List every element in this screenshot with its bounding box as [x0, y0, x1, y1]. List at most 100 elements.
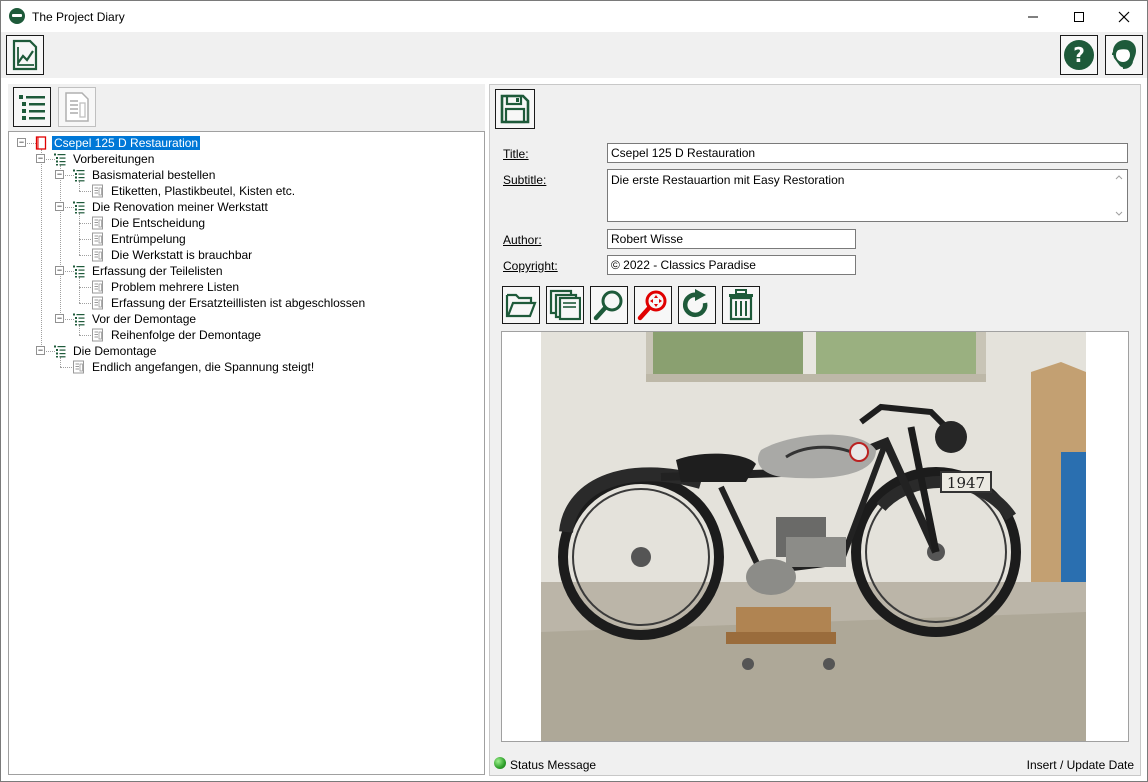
close-icon [1118, 11, 1130, 22]
tree-collapse-icon[interactable]: − [55, 266, 64, 275]
tree-collapse-icon[interactable]: − [36, 154, 45, 163]
status-date: Insert / Update Date [1026, 758, 1134, 772]
title-bar: The Project Diary [1, 1, 1147, 32]
author-label: Author: [503, 233, 542, 247]
image-gallery-button[interactable] [546, 286, 584, 324]
tree-node[interactable]: Vor der Demontage [72, 311, 198, 327]
copy-pages-icon [549, 289, 581, 321]
status-message: Status Message [510, 758, 597, 772]
page-icon [92, 280, 103, 294]
title-input[interactable]: Csepel 125 D Restauration [607, 143, 1128, 163]
close-button[interactable] [1101, 1, 1147, 32]
main-toolbar: ? [1, 32, 1147, 78]
tree-node[interactable]: Etiketten, Plastikbeutel, Kisten etc. [91, 183, 297, 199]
status-led-icon [494, 757, 506, 769]
tree-node-label: Csepel 125 D Restauration [52, 136, 201, 150]
tree-collapse-icon[interactable]: − [36, 346, 45, 355]
tree-collapse-icon[interactable]: − [55, 314, 64, 323]
tree-collapse-icon[interactable]: − [55, 202, 64, 211]
tree-node-label: Erfassung der Ersatzteillisten ist abges… [111, 296, 366, 310]
title-label: Title: [503, 147, 529, 161]
tree-connector [79, 277, 80, 303]
chapter-list-icon [54, 153, 66, 166]
tree-connector [41, 149, 42, 351]
list-tree-icon [19, 95, 45, 120]
tree-node-label: Erfassung der Teilelisten [92, 264, 223, 278]
tree-node[interactable]: Die Demontage [53, 343, 158, 359]
image-viewer[interactable]: 1947 [501, 331, 1129, 742]
textarea-scrollbar[interactable] [1112, 171, 1126, 220]
svg-text:?: ? [1073, 43, 1085, 67]
tree-node[interactable]: Endlich angefangen, die Spannung steigt! [72, 359, 316, 375]
app-logo-icon [9, 8, 25, 24]
help-button[interactable]: ? [1060, 35, 1098, 75]
tree-node[interactable]: Problem mehrere Listen [91, 279, 241, 295]
page-icon [73, 360, 84, 374]
tree-node-label: Problem mehrere Listen [111, 280, 240, 294]
copyright-label: Copyright: [503, 259, 558, 273]
chapter-list-icon [73, 201, 85, 214]
detail-panel: Title: Csepel 125 D Restauration Subtitl… [489, 84, 1141, 776]
subtitle-value: Die erste Restauartion mit Easy Restorat… [611, 173, 845, 187]
maximize-button[interactable] [1056, 1, 1102, 32]
help-icon: ? [1064, 40, 1094, 70]
tree-node-label: Reihenfolge der Demontage [111, 328, 262, 342]
window-title: The Project Diary [32, 10, 125, 24]
tree-collapse-icon[interactable]: − [17, 138, 26, 147]
copyright-input[interactable]: © 2022 - Classics Paradise [607, 255, 856, 275]
tree-node[interactable]: Die Entscheidung [91, 215, 207, 231]
chapter-list-icon [73, 169, 85, 182]
tree-node-label: Vorbereitungen [73, 152, 155, 166]
tree-node-label: Die Entscheidung [111, 216, 206, 230]
chapter-list-icon [73, 313, 85, 326]
save-button[interactable] [495, 89, 535, 129]
tree-node[interactable]: Vorbereitungen [53, 151, 156, 167]
chapter-list-icon [73, 265, 85, 278]
tree-node-label: Die Renovation meiner Werkstatt [92, 200, 268, 214]
chart-line-icon [12, 39, 38, 71]
tree-node-label: Die Demontage [73, 344, 157, 358]
tree-connector [79, 213, 80, 255]
tree-toolbar [8, 84, 485, 131]
tree-node-label: Entrümpelung [111, 232, 186, 246]
tree-connector [60, 165, 61, 319]
tree-collapse-icon[interactable]: − [55, 170, 64, 179]
support-headset-icon [1112, 40, 1136, 69]
book-icon [35, 136, 47, 150]
save-icon [500, 94, 530, 124]
subtitle-label: Subtitle: [503, 173, 547, 187]
zoom-button[interactable] [590, 286, 628, 324]
page-icon [92, 248, 103, 262]
tree-node-label: Etiketten, Plastikbeutel, Kisten etc. [111, 184, 296, 198]
tree-node[interactable]: Basismaterial bestellen [72, 167, 217, 183]
tree-view-button[interactable] [13, 87, 51, 127]
tree-node[interactable]: Die Renovation meiner Werkstatt [72, 199, 270, 215]
zoom-icon [593, 290, 623, 321]
tree-node[interactable]: Csepel 125 D Restauration [34, 135, 201, 151]
zoom-reset-button[interactable] [634, 286, 672, 324]
motorcycle-photo: 1947 [541, 332, 1086, 741]
tree-node[interactable]: Entrümpelung [91, 231, 188, 247]
tree-node[interactable]: Reihenfolge der Demontage [91, 327, 263, 343]
statistics-button[interactable] [6, 35, 44, 75]
delete-icon [729, 289, 753, 321]
delete-image-button[interactable] [722, 286, 760, 324]
open-image-button[interactable] [502, 286, 540, 324]
plate-text: 1947 [947, 474, 985, 492]
project-tree[interactable]: − Csepel 125 D Restauration − Vorbereitunge… [8, 131, 485, 775]
rotate-icon [682, 289, 708, 318]
tree-node[interactable]: Erfassung der Ersatzteillisten ist abges… [91, 295, 367, 311]
tree-node[interactable]: Erfassung der Teilelisten [72, 263, 225, 279]
app-window: The Project Diary ? − Csepel 125 D Resta… [0, 0, 1148, 782]
document-view-button[interactable] [58, 87, 96, 127]
support-button[interactable] [1105, 35, 1143, 75]
rotate-button[interactable] [678, 286, 716, 324]
author-input[interactable]: Robert Wisse [607, 229, 856, 249]
zoom-reset-icon [637, 290, 667, 321]
status-bar: Status Message Insert / Update Date [490, 751, 1140, 775]
page-icon [92, 184, 103, 198]
minimize-button[interactable] [1010, 1, 1056, 32]
subtitle-textarea[interactable]: Die erste Restauartion mit Easy Restorat… [607, 169, 1128, 222]
tree-node[interactable]: Die Werkstatt is brauchbar [91, 247, 254, 263]
page-icon [92, 216, 103, 230]
